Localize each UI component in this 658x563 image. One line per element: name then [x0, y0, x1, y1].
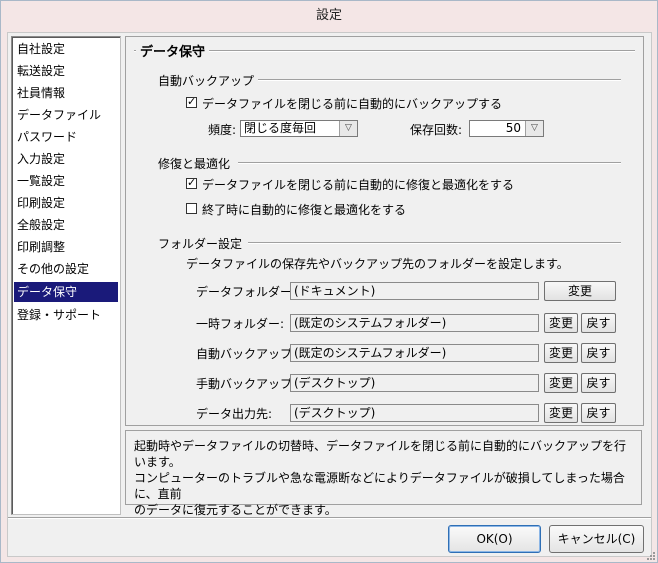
- frequency-value: 閉じる度毎回: [244, 121, 317, 135]
- nav-item-print[interactable]: 印刷設定: [14, 193, 118, 213]
- repair-on-close-label[interactable]: データファイルを閉じる前に自動的に修復と最適化をする: [202, 176, 514, 193]
- manual-backup-folder-reset-button[interactable]: 戻す: [581, 373, 616, 393]
- nav-item-general[interactable]: 全般設定: [14, 215, 118, 235]
- data-maintenance-panel: データ保守 自動バックアップ ✓ データファイルを閉じる前に自動的にバックアップ…: [125, 36, 644, 426]
- folder-settings-divider: [248, 242, 621, 244]
- auto-backup-divider: [258, 79, 621, 81]
- auto-backup-folder-reset-button[interactable]: 戻す: [581, 343, 616, 363]
- repair-divider: [238, 162, 621, 164]
- temp-folder-field: (既定のシステムフォルダー): [290, 314, 539, 332]
- resize-grip-icon[interactable]: [646, 551, 656, 561]
- nav-item-list[interactable]: 一覧設定: [14, 171, 118, 191]
- auto-backup-heading: 自動バックアップ: [158, 74, 255, 88]
- nav-item-print-adjust[interactable]: 印刷調整: [14, 237, 118, 257]
- export-folder-field: (デスクトップ): [290, 404, 539, 422]
- description-line-3: のデータに復元することができます。: [134, 503, 337, 517]
- export-folder-reset-button[interactable]: 戻す: [581, 403, 616, 423]
- nav-item-data-maintenance[interactable]: データ保守: [14, 282, 118, 302]
- description-line-2: コンピューターのトラブルや急な電源断などによりデータファイルが破損してしまった場…: [134, 471, 625, 501]
- nav-item-data-file[interactable]: データファイル: [14, 105, 118, 125]
- panel-title: データ保守: [136, 41, 210, 60]
- repair-heading: 修復と最適化: [158, 157, 231, 171]
- nav-item-transfer[interactable]: 転送設定: [14, 61, 118, 81]
- temp-folder-change-button[interactable]: 変更: [544, 313, 578, 333]
- manual-backup-folder-field: (デスクトップ): [290, 374, 539, 392]
- nav-item-employees[interactable]: 社員情報: [14, 83, 118, 103]
- description-box: 起動時やデータファイルの切替時、データファイルを閉じる前に自動的にバックアップを…: [125, 430, 642, 517]
- folder-settings-description: データファイルの保存先やバックアップ先のフォルダーを設定します。: [186, 257, 569, 271]
- auto-backup-folder-field: (既定のシステムフォルダー): [290, 344, 539, 362]
- nav-item-password[interactable]: パスワード: [14, 127, 118, 147]
- export-folder-change-button[interactable]: 変更: [544, 403, 578, 423]
- nav-item-input[interactable]: 入力設定: [14, 149, 118, 169]
- auto-backup-folder-change-button[interactable]: 変更: [544, 343, 578, 363]
- dialog-body: 自社設定 転送設定 社員情報 データファイル パスワード 入力設定 一覧設定 印…: [7, 32, 652, 557]
- nav-item-registration-support[interactable]: 登録・サポート: [14, 305, 118, 325]
- ok-button[interactable]: OK(O): [448, 525, 541, 553]
- export-folder-label: データ出力先:: [196, 407, 273, 421]
- footer-divider: [8, 517, 651, 519]
- data-folder-field: (ドキュメント): [290, 282, 539, 300]
- temp-folder-label: 一時フォルダー:: [196, 317, 285, 331]
- chevron-down-icon[interactable]: ▽: [525, 121, 543, 136]
- window-title: 設定: [315, 8, 342, 23]
- folder-settings-heading: フォルダー設定: [158, 237, 243, 251]
- frequency-select[interactable]: 閉じる度毎回 ▽: [240, 120, 358, 137]
- data-folder-label: データフォルダー:: [196, 285, 297, 299]
- auto-backup-folder-label: 自動バックアップ:: [196, 347, 297, 361]
- repair-on-exit-checkbox[interactable]: [186, 203, 197, 214]
- settings-window: 設定 自社設定 転送設定 社員情報 データファイル パスワード 入力設定 一覧設…: [0, 0, 658, 563]
- auto-backup-checkbox-label[interactable]: データファイルを閉じる前に自動的にバックアップする: [202, 95, 502, 112]
- auto-backup-checkbox[interactable]: ✓: [186, 95, 197, 108]
- retention-select[interactable]: 50 ▽: [469, 120, 544, 137]
- nav-item-other[interactable]: その他の設定: [14, 259, 118, 279]
- panel-divider-highlight: [134, 51, 635, 52]
- cancel-button[interactable]: キャンセル(C): [549, 525, 644, 553]
- repair-on-exit-label[interactable]: 終了時に自動的に修復と最適化をする: [202, 201, 406, 218]
- frequency-label: 頻度:: [208, 123, 237, 137]
- temp-folder-reset-button[interactable]: 戻す: [581, 313, 616, 333]
- chevron-down-icon[interactable]: ▽: [339, 121, 357, 136]
- nav-item-company[interactable]: 自社設定: [14, 39, 118, 59]
- retention-label: 保存回数:: [410, 123, 463, 137]
- data-folder-change-button[interactable]: 変更: [544, 281, 616, 301]
- retention-value: 50: [505, 121, 521, 135]
- settings-nav: 自社設定 転送設定 社員情報 データファイル パスワード 入力設定 一覧設定 印…: [11, 36, 121, 515]
- manual-backup-folder-change-button[interactable]: 変更: [544, 373, 578, 393]
- manual-backup-folder-label: 手動バックアップ:: [196, 377, 297, 391]
- repair-on-close-checkbox[interactable]: ✓: [186, 176, 197, 189]
- description-line-1: 起動時やデータファイルの切替時、データファイルを閉じる前に自動的にバックアップを…: [134, 439, 627, 469]
